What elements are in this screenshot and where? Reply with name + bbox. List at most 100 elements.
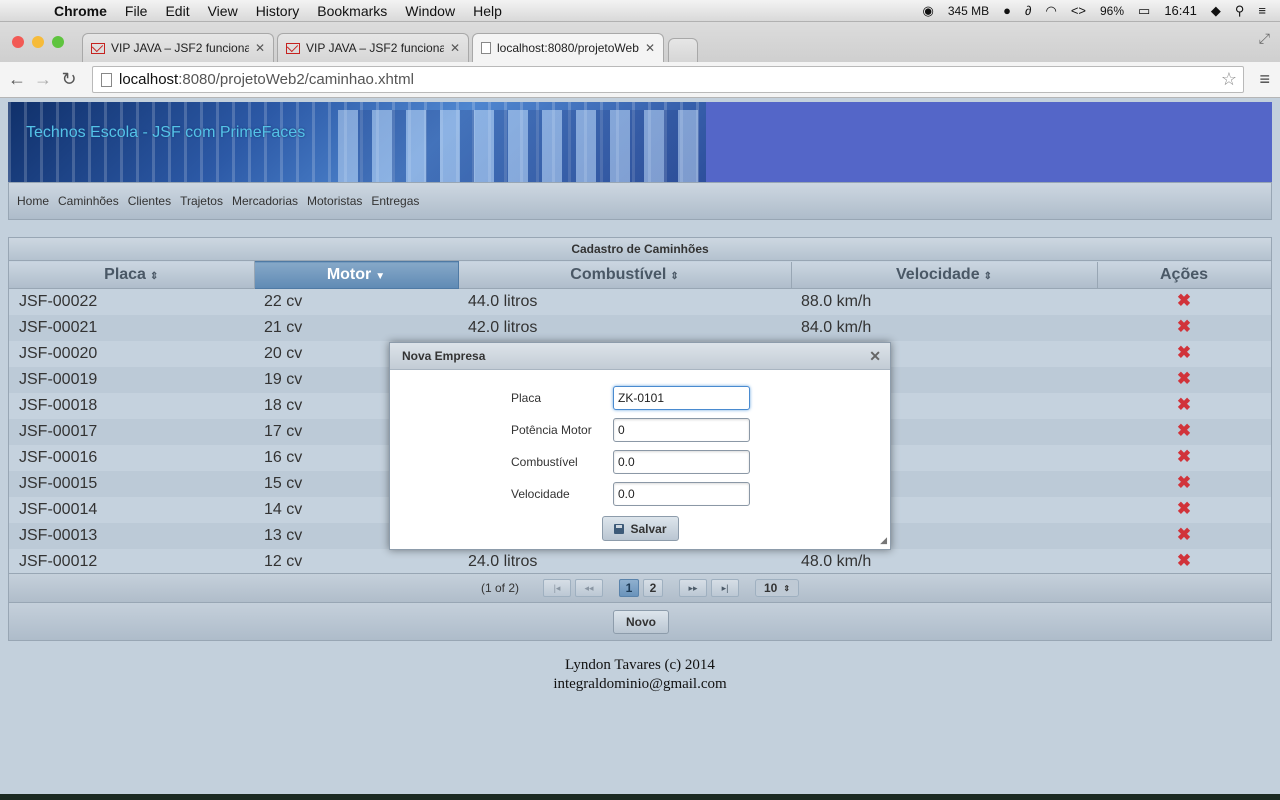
column-header-placa[interactable]: Placa ⇕ (9, 261, 255, 289)
code-icon[interactable]: <> (1071, 3, 1086, 18)
cell-acoes: ✖ (1097, 366, 1271, 393)
banner: Technos Escola - JSF com PrimeFaces (8, 102, 1272, 182)
next-page-button[interactable]: ▸▸ (679, 579, 707, 597)
prev-page-button[interactable]: ◂◂ (575, 579, 603, 597)
delete-icon[interactable]: ✖ (1177, 369, 1191, 388)
cell-placa: JSF-00022 (9, 288, 254, 315)
menu-chrome[interactable]: Chrome (54, 3, 107, 19)
last-page-button[interactable]: ▸| (711, 579, 739, 597)
rows-per-page-value: 10 (763, 581, 778, 595)
footer-email: integraldominio@gmail.com (553, 676, 727, 692)
salvar-button[interactable]: Salvar (602, 516, 679, 541)
table-footer: Novo (8, 603, 1272, 641)
script-icon[interactable]: ∂ (1025, 3, 1031, 18)
column-label: Motor (326, 266, 372, 283)
minimize-window-icon[interactable] (32, 36, 44, 48)
delete-icon[interactable]: ✖ (1177, 317, 1191, 336)
velocidade-label: Velocidade (511, 487, 570, 501)
velocidade-input[interactable] (613, 482, 750, 506)
clock[interactable]: 16:41 (1164, 3, 1197, 18)
spotlight-icon[interactable]: ⚲ (1235, 3, 1245, 19)
browser-tab[interactable]: VIP JAVA – JSF2 funcionando ✕ (277, 33, 469, 62)
cell-acoes: ✖ (1097, 340, 1271, 367)
menu-help[interactable]: Help (473, 3, 502, 19)
nav-home[interactable]: Home (17, 194, 49, 208)
battery-percent[interactable]: 96% (1100, 4, 1124, 18)
column-header-velocidade[interactable]: Velocidade ⇕ (791, 261, 1098, 289)
nav-clientes[interactable]: Clientes (128, 194, 171, 208)
browser-tab[interactable]: VIP JAVA – JSF2 funcionando ✕ (82, 33, 274, 62)
page-1-button[interactable]: 1 (619, 579, 639, 597)
reload-icon[interactable]: ↻ (56, 69, 82, 90)
menu-history[interactable]: History (256, 3, 300, 19)
forward-icon[interactable]: → (30, 69, 56, 90)
delete-icon[interactable]: ✖ (1177, 473, 1191, 492)
back-icon[interactable]: ← (4, 69, 30, 90)
bookmark-star-icon[interactable]: ☆ (1221, 69, 1237, 90)
page-icon (481, 42, 491, 54)
novo-button[interactable]: Novo (613, 610, 669, 634)
column-header-motor[interactable]: Motor ▼ (253, 261, 459, 289)
close-icon[interactable]: ✕ (869, 343, 881, 370)
skype-icon[interactable]: ◉ (922, 3, 933, 19)
hat-icon[interactable]: ● (1003, 3, 1011, 18)
table-row[interactable]: JSF-00012 12 cv 24.0 litros 48.0 km/h ✖ (9, 548, 1271, 575)
close-window-icon[interactable] (12, 36, 24, 48)
cell-acoes: ✖ (1097, 548, 1271, 575)
nav-caminhoes[interactable]: Caminhões (58, 194, 119, 208)
wifi-icon[interactable]: ◠ (1045, 3, 1056, 19)
new-tab-button[interactable] (668, 38, 698, 62)
memory-indicator[interactable]: 345 MB (948, 4, 989, 18)
combustivel-input[interactable] (613, 450, 750, 474)
column-label: Placa (104, 265, 146, 283)
chrome-menu-icon[interactable]: ≡ (1259, 69, 1270, 90)
tab-close-icon[interactable]: ✕ (255, 41, 265, 55)
fullscreen-icon[interactable]: ⤢ (1259, 30, 1270, 47)
rows-per-page-select[interactable]: 10 ⇕ (755, 579, 799, 597)
browser-tab-active[interactable]: localhost:8080/projetoWeb2 ✕ (472, 33, 664, 62)
nav-entregas[interactable]: Entregas (371, 194, 419, 208)
resize-handle-icon[interactable]: ◢ (880, 535, 887, 546)
cell-combustivel: 42.0 litros (458, 314, 791, 341)
page-2-button[interactable]: 2 (643, 579, 663, 597)
delete-icon[interactable]: ✖ (1177, 291, 1191, 310)
first-page-button[interactable]: |◂ (543, 579, 571, 597)
menu-window[interactable]: Window (405, 3, 455, 19)
placa-input[interactable] (613, 386, 750, 410)
list-icon[interactable]: ≡ (1258, 3, 1266, 18)
cell-placa: JSF-00021 (9, 314, 254, 341)
delete-icon[interactable]: ✖ (1177, 499, 1191, 518)
tab-close-icon[interactable]: ✕ (645, 41, 655, 55)
macos-menu-bar: Chrome File Edit View History Bookmarks … (0, 0, 1280, 22)
motor-label: Potência Motor (511, 423, 592, 437)
dialog-header[interactable]: Nova Empresa ✕ (390, 343, 890, 370)
delete-icon[interactable]: ✖ (1177, 525, 1191, 544)
cell-motor: 12 cv (254, 548, 458, 575)
nav-motoristas[interactable]: Motoristas (307, 194, 362, 208)
nav-trajetos[interactable]: Trajetos (180, 194, 223, 208)
zoom-window-icon[interactable] (52, 36, 64, 48)
delete-icon[interactable]: ✖ (1177, 421, 1191, 440)
column-header-combustivel[interactable]: Combustível ⇕ (458, 261, 792, 289)
table-row[interactable]: JSF-00022 22 cv 44.0 litros 88.0 km/h ✖ (9, 288, 1271, 315)
nav-mercadorias[interactable]: Mercadorias (232, 194, 298, 208)
motor-input[interactable] (613, 418, 750, 442)
menu-view[interactable]: View (208, 3, 238, 19)
desktop-edge (0, 794, 1280, 800)
column-header-acoes: Ações (1097, 261, 1272, 289)
user-icon[interactable]: ◆ (1211, 3, 1221, 19)
delete-icon[interactable]: ✖ (1177, 551, 1191, 570)
delete-icon[interactable]: ✖ (1177, 395, 1191, 414)
browser-tab-strip: VIP JAVA – JSF2 funcionando ✕ VIP JAVA –… (0, 22, 1280, 62)
menu-file[interactable]: File (125, 3, 148, 19)
battery-icon[interactable]: ▭ (1138, 3, 1150, 19)
sort-icon: ⇕ (149, 270, 159, 282)
cell-placa: JSF-00015 (9, 470, 254, 497)
address-bar[interactable]: localhost:8080/projetoWeb2/caminhao.xhtm… (92, 66, 1244, 93)
menu-edit[interactable]: Edit (165, 3, 189, 19)
delete-icon[interactable]: ✖ (1177, 447, 1191, 466)
menu-bookmarks[interactable]: Bookmarks (317, 3, 387, 19)
table-row[interactable]: JSF-00021 21 cv 42.0 litros 84.0 km/h ✖ (9, 314, 1271, 341)
tab-close-icon[interactable]: ✕ (450, 41, 460, 55)
delete-icon[interactable]: ✖ (1177, 343, 1191, 362)
